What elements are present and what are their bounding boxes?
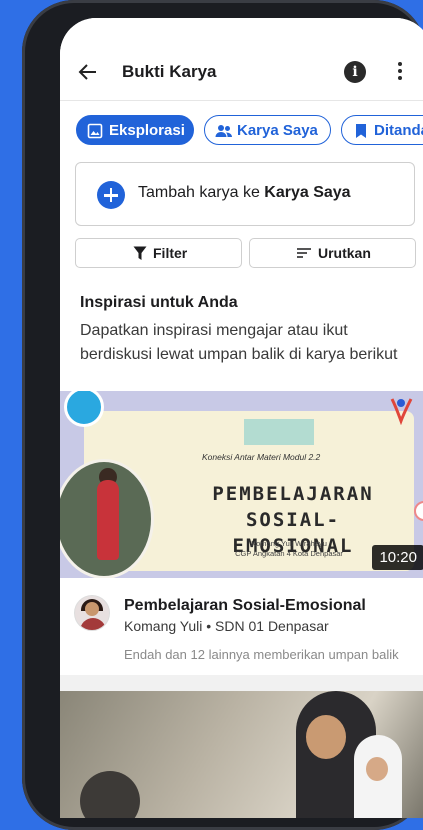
thumbnail-subtitle: Koneksi Antar Materi Modul 2.2 xyxy=(202,452,321,462)
tab-eksplorasi[interactable]: Eksplorasi xyxy=(76,115,194,145)
filter-button[interactable]: Filter xyxy=(75,238,242,268)
tab-label: Karya Saya xyxy=(237,122,318,139)
bookmark-icon xyxy=(356,124,366,138)
post-item[interactable]: Pembelajaran Sosial-Emosional Komang Yul… xyxy=(60,578,423,688)
post-title[interactable]: Pembelajaran Sosial-Emosional xyxy=(124,597,366,615)
section-title: Inspirasi untuk Anda xyxy=(80,294,238,311)
avatar[interactable] xyxy=(74,595,110,631)
filter-icon xyxy=(133,246,147,260)
clock-icon xyxy=(414,501,423,521)
tab-label: Ditanda xyxy=(374,122,423,139)
add-icon xyxy=(97,181,125,209)
phone-frame: Bukti Karya i Eksplorasi Karya Saya Dita… xyxy=(22,0,423,830)
teacher-portrait xyxy=(60,459,154,578)
filter-label: Filter xyxy=(153,245,188,261)
info-icon[interactable]: i xyxy=(344,61,366,83)
section-divider xyxy=(60,675,423,691)
page-title: Bukti Karya xyxy=(122,62,217,81)
sort-button[interactable]: Urutkan xyxy=(249,238,416,268)
tab-ditandai[interactable]: Ditanda xyxy=(341,115,423,145)
post-feedback-summary[interactable]: Endah dan 12 lainnya memberikan umpan ba… xyxy=(124,647,399,662)
video-thumbnail[interactable]: Koneksi Antar Materi Modul 2.2 PEMBELAJA… xyxy=(60,391,423,578)
video-duration: 10:20 xyxy=(372,545,423,570)
sort-label: Urutkan xyxy=(318,245,371,261)
sort-icon xyxy=(297,248,311,258)
more-options-icon[interactable] xyxy=(393,59,407,85)
tab-karya-saya[interactable]: Karya Saya xyxy=(204,115,331,145)
thumbnail-author: Komang Yuli Wirahayu CGP Angkatan 4 Kota… xyxy=(235,539,343,558)
back-arrow-icon[interactable] xyxy=(76,60,100,84)
people-icon xyxy=(215,125,232,137)
post-author-meta: Komang Yuli • SDN 01 Denpasar xyxy=(124,618,329,634)
image-icon xyxy=(87,123,103,139)
guru-penggerak-logo xyxy=(390,398,413,425)
app-bar: Bukti Karya i xyxy=(60,18,423,101)
next-post-thumbnail[interactable] xyxy=(60,691,423,818)
add-karya-card[interactable]: Tambah karya ke Karya Saya xyxy=(75,162,415,226)
section-description: Dapatkan inspirasi mengajar atau ikut be… xyxy=(80,322,398,363)
tab-label: Eksplorasi xyxy=(109,122,185,139)
app-screen: Bukti Karya i Eksplorasi Karya Saya Dita… xyxy=(60,18,423,818)
add-karya-text: Tambah karya ke Karya Saya xyxy=(138,184,351,201)
